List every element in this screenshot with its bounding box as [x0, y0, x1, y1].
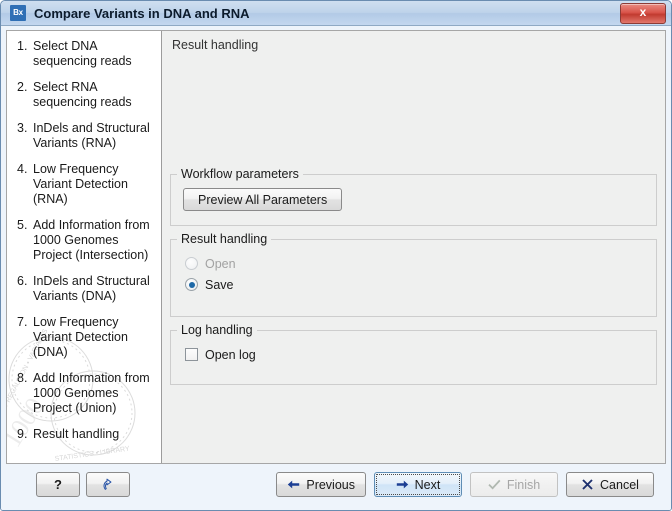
open-log-label: Open log: [205, 347, 256, 362]
reset-button[interactable]: [86, 472, 130, 497]
wizard-step[interactable]: 3. InDels and Structural Variants (RNA): [13, 121, 155, 151]
undo-arrow-icon: [101, 477, 116, 492]
previous-label: Previous: [306, 477, 355, 492]
footer-right-buttons: Previous Next Finish Cancel: [276, 472, 654, 497]
footer-button-bar: ? Previous Next Finish Cancel: [6, 464, 666, 505]
wizard-step[interactable]: 4. Low Frequency Variant Detection (RNA): [13, 162, 155, 207]
window-title: Compare Variants in DNA and RNA: [34, 5, 250, 21]
wizard-step[interactable]: 6. InDels and Structural Variants (DNA): [13, 274, 155, 304]
close-x-icon: [581, 479, 594, 490]
step-label: Select RNA sequencing reads: [33, 80, 132, 109]
radio-open-label: Open: [205, 256, 236, 271]
cancel-label: Cancel: [600, 477, 639, 492]
step-label: InDels and Structural Variants (DNA): [33, 274, 150, 303]
radio-save-row[interactable]: Save: [185, 274, 646, 295]
help-button[interactable]: ?: [36, 472, 80, 497]
result-handling-group: Result handling Open Save: [170, 232, 657, 317]
step-label: Add Information from 1000 Genomes Projec…: [33, 371, 150, 415]
next-label: Next: [414, 477, 441, 492]
step-number: 1.: [17, 39, 28, 53]
wizard-step-list: PRECAUTION • VARIANTS STATISTICS • LIBRA…: [7, 31, 162, 463]
step-number: 7.: [17, 315, 28, 329]
page-title: Result handling: [172, 38, 259, 52]
title-bar: Bx Compare Variants in DNA and RNA x: [1, 1, 671, 26]
svg-text:STATISTICS • LIBRARY: STATISTICS • LIBRARY: [54, 445, 130, 462]
group-title: Result handling: [177, 232, 272, 246]
wizard-step[interactable]: 2. Select RNA sequencing reads: [13, 80, 155, 110]
radio-open-row: Open: [185, 253, 646, 274]
step-label: Select DNA sequencing reads: [33, 39, 132, 68]
step-label: Add Information from 1000 Genomes Projec…: [33, 218, 150, 262]
app-icon: Bx: [10, 5, 26, 21]
cancel-button[interactable]: Cancel: [566, 472, 654, 497]
arrow-right-icon: [396, 479, 409, 490]
wizard-step-current[interactable]: 9. Result handling: [13, 427, 155, 442]
wizard-step[interactable]: 7. Low Frequency Variant Detection (DNA): [13, 315, 155, 360]
previous-button[interactable]: Previous: [276, 472, 366, 497]
next-button[interactable]: Next: [374, 472, 462, 497]
finish-label: Finish: [506, 477, 541, 492]
wizard-step[interactable]: 1. Select DNA sequencing reads: [13, 39, 155, 69]
footer-left-buttons: ?: [36, 472, 130, 497]
step-label: Low Frequency Variant Detection (RNA): [33, 162, 128, 206]
step-number: 5.: [17, 218, 28, 232]
open-log-checkbox-icon[interactable]: [185, 348, 198, 361]
checkmark-icon: [488, 479, 501, 490]
radio-save-label: Save: [205, 277, 234, 292]
workflow-parameters-group: Workflow parameters Preview All Paramete…: [170, 167, 657, 226]
dialog-window: Bx Compare Variants in DNA and RNA x PRE…: [0, 0, 672, 511]
step-number: 6.: [17, 274, 28, 288]
dialog-body: PRECAUTION • VARIANTS STATISTICS • LIBRA…: [1, 26, 671, 510]
step-number: 3.: [17, 121, 28, 135]
step-label: Result handling: [33, 427, 120, 441]
step-number: 9.: [17, 427, 28, 441]
finish-button: Finish: [470, 472, 558, 497]
group-title: Log handling: [177, 323, 257, 337]
step-label: InDels and Structural Variants (RNA): [33, 121, 150, 150]
close-button[interactable]: x: [620, 3, 666, 24]
radio-save-icon[interactable]: [185, 278, 198, 291]
content-row: PRECAUTION • VARIANTS STATISTICS • LIBRA…: [6, 30, 666, 464]
radio-open-icon: [185, 257, 198, 270]
main-panel: Result handling Workflow parameters Prev…: [162, 31, 665, 463]
group-title: Workflow parameters: [177, 167, 303, 181]
checkbox-open-log-row[interactable]: Open log: [185, 344, 646, 365]
wizard-step[interactable]: 8. Add Information from 1000 Genomes Pro…: [13, 371, 155, 416]
preview-all-parameters-button[interactable]: Preview All Parameters: [183, 188, 343, 211]
step-label: Low Frequency Variant Detection (DNA): [33, 315, 128, 359]
step-number: 8.: [17, 371, 28, 385]
arrow-left-icon: [287, 479, 300, 490]
wizard-step[interactable]: 5. Add Information from 1000 Genomes Pro…: [13, 218, 155, 263]
step-number: 2.: [17, 80, 28, 94]
step-number: 4.: [17, 162, 28, 176]
log-handling-group: Log handling Open log: [170, 323, 657, 385]
